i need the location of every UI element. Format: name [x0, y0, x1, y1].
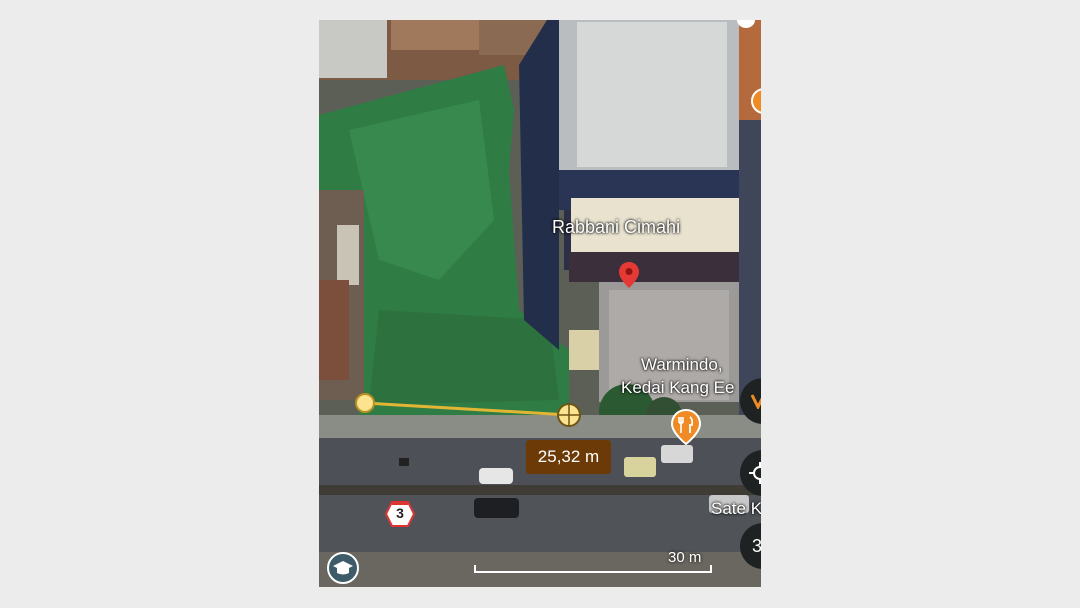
graduation-cap-icon — [333, 561, 353, 575]
poi-label-warmindo-line1[interactable]: Warmindo, — [641, 355, 723, 375]
route-number: 3 — [396, 505, 404, 521]
measure-end-handle[interactable] — [557, 403, 581, 427]
map-view[interactable]: Rabbani Cimahi Warmindo, Kedai Kang Ee S… — [319, 20, 761, 587]
crosshair-icon — [749, 462, 761, 484]
layers-button[interactable] — [327, 552, 359, 584]
map-pin-icon[interactable] — [619, 262, 639, 288]
poi-label-rabbani[interactable]: Rabbani Cimahi — [552, 217, 680, 238]
direction-icon — [750, 394, 761, 409]
measure-distance-label: 25,32 m — [526, 440, 611, 474]
fork-knife-icon[interactable] — [671, 409, 701, 445]
crosshair-icon — [559, 405, 579, 425]
poi-label-sate[interactable]: Sate K — [711, 499, 761, 519]
scale-label: 30 m — [668, 549, 702, 566]
measure-start-handle[interactable] — [355, 393, 375, 413]
route-shield: 3 — [384, 501, 416, 527]
poi-label-warmindo-line2[interactable]: Kedai Kang Ee — [621, 378, 734, 398]
scale-bar — [474, 565, 712, 573]
